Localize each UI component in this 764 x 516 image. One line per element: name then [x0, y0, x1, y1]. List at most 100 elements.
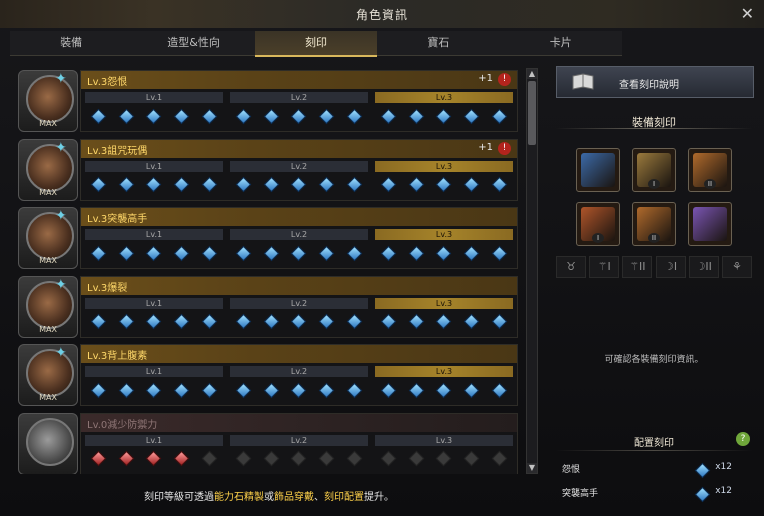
level-group: Lv.1: [85, 297, 223, 334]
engraving-row[interactable]: ✦ MAX Lv.3怨恨 +1! Lv.1 Lv.2 Lv.3: [16, 68, 522, 137]
level-label: Lv.1: [85, 366, 223, 377]
level-group: Lv.2: [230, 229, 368, 265]
list-scrollbar[interactable]: ▲ ▼: [526, 68, 538, 474]
engraving-node-icon: [236, 108, 252, 124]
view-engraving-guide-button[interactable]: 查看刻印說明: [556, 66, 754, 98]
gem-row: [85, 312, 223, 332]
equipment-slot[interactable]: I: [632, 148, 676, 192]
engraving-node-icon: [463, 245, 480, 261]
engraving-node-icon: [346, 245, 362, 261]
gem-row: [375, 449, 513, 469]
placed-engraving-item: 怨恨 x12: [562, 462, 752, 479]
engraving-node-icon: [201, 245, 217, 261]
level-label: Lv.3: [375, 229, 513, 240]
engraving-node-icon: [381, 382, 397, 398]
equipment-slot[interactable]: I: [576, 202, 620, 246]
character-info-window: 角色資訊 ✕ 裝備 造型&性向 刻印 寶石 卡片 ✦ MAX Lv.3怨恨 +1! Lv…: [0, 0, 764, 516]
view-engraving-guide-label: 查看刻印說明: [619, 80, 679, 91]
slot-filter-icon[interactable]: ☽II: [688, 256, 719, 278]
engraving-node-icon: [436, 245, 452, 261]
engraving-panel: Lv.3詛咒玩偶 +1! Lv.1 Lv.2 Lv.3: [80, 138, 518, 201]
scroll-thumb[interactable]: [528, 81, 536, 145]
equip-info-hint: 可確認各裝備刻印資訊。: [604, 355, 704, 365]
engraving-icon[interactable]: ✦ MAX: [18, 275, 78, 338]
star-icon: ✦: [55, 276, 67, 293]
max-label: MAX: [39, 119, 57, 128]
divider: [556, 128, 752, 129]
tab-gems[interactable]: 寶石: [377, 31, 499, 55]
level-track: Lv.1 Lv.2 Lv.3: [85, 297, 513, 334]
equipment-slot[interactable]: [576, 148, 620, 192]
gem-row: [230, 380, 368, 400]
engraving-node-icon: [408, 382, 425, 398]
level-group: Lv.3: [375, 366, 513, 402]
engraving-panel: Lv.3怨恨 +1! Lv.1 Lv.2 Lv.3: [80, 70, 518, 132]
engraving-node-icon: [173, 245, 190, 261]
engraving-node-icon: [463, 108, 480, 124]
engraving-node-icon: [346, 176, 362, 193]
engraving-node-icon: [118, 450, 135, 467]
slot-filter-icon[interactable]: ⚚II: [622, 256, 653, 278]
engraving-icon[interactable]: ✦ MAX: [18, 138, 78, 201]
level-group: Lv.2: [230, 297, 368, 334]
level-group: Lv.2: [230, 160, 368, 197]
tab-appearance[interactable]: 造型&性向: [132, 31, 254, 55]
engraving-node-icon: [491, 382, 507, 398]
engraving-icon[interactable]: ✦ MAX: [18, 207, 78, 269]
equipment-slot[interactable]: [688, 202, 732, 246]
scroll-down-arrow-icon[interactable]: ▼: [527, 463, 537, 473]
level-track: Lv.1 Lv.2 Lv.3: [85, 160, 513, 197]
engraving-row[interactable]: ✦ MAX Lv.3背上腹素 Lv.1 Lv.2 Lv.3: [16, 342, 522, 411]
level-label: Lv.3: [375, 434, 513, 446]
engraving-node-icon: [118, 176, 135, 193]
engraving-node-icon: [318, 245, 335, 261]
slot-tag: I: [592, 233, 604, 243]
engraving-row[interactable]: ✦ MAX Lv.3爆裂 Lv.1 Lv.2 Lv.3: [16, 274, 522, 343]
gem-row: [230, 449, 368, 469]
tab-equipment[interactable]: 裝備: [10, 31, 132, 55]
equipment-slot[interactable]: II: [688, 148, 732, 192]
engraving-node-icon: [291, 176, 307, 193]
engraving-node-icon: [381, 313, 397, 330]
book-icon: [572, 73, 594, 90]
level-group: Lv.3: [375, 297, 513, 334]
gem-row: [375, 243, 513, 263]
alert-icon[interactable]: !: [498, 73, 511, 86]
engraving-node-icon: [236, 245, 252, 261]
engraving-row[interactable]: ✦ MAX Lv.3詛咒玩偶 +1! Lv.1 Lv.2 Lv.3: [16, 137, 522, 206]
close-icon[interactable]: ✕: [741, 4, 754, 23]
tab-cards[interactable]: 卡片: [500, 31, 622, 55]
engraving-icon[interactable]: ✦ MAX: [18, 344, 78, 406]
slot-tag: I: [648, 179, 660, 189]
engraving-name: Lv.3詛咒玩偶: [87, 145, 148, 157]
level-label: Lv.2: [230, 229, 368, 240]
scroll-up-arrow-icon[interactable]: ▲: [527, 69, 537, 79]
engraving-node-icon: [118, 245, 135, 261]
engraving-node-icon: [318, 108, 335, 124]
slot-filter-icon[interactable]: ⚘: [721, 256, 752, 278]
engraving-node-icon: [318, 176, 335, 193]
engraving-icon[interactable]: [18, 412, 78, 474]
slot-filter-icon[interactable]: ☽I: [655, 256, 686, 278]
alert-icon[interactable]: !: [498, 141, 511, 155]
engraving-node-icon: [381, 450, 397, 467]
engraving-node-icon: [463, 382, 480, 398]
equipment-slot[interactable]: II: [632, 202, 676, 246]
engraving-icon[interactable]: ✦ MAX: [18, 70, 78, 132]
level-label: Lv.1: [85, 160, 223, 172]
footer-highlight-stone: 能力石精製: [214, 492, 264, 503]
engraving-row[interactable]: ✦ MAX Lv.3突襲高手 Lv.1 Lv.2 Lv.3: [16, 205, 522, 274]
tab-engraving[interactable]: 刻印: [254, 31, 378, 57]
slot-filter-icon[interactable]: ⚚I: [589, 256, 620, 278]
engraving-node-icon: [318, 313, 335, 330]
engraving-node-icon: [236, 313, 252, 330]
equipment-icon: [581, 153, 615, 187]
slot-filter-icon[interactable]: ♉: [556, 256, 586, 278]
engraving-node-icon: [318, 450, 335, 467]
engraving-node-icon: [408, 450, 425, 467]
help-icon[interactable]: ?: [736, 432, 750, 446]
engraving-row[interactable]: Lv.0減少防禦力 Lv.1 Lv.2 Lv.3: [16, 411, 522, 474]
engraving-node-icon: [91, 313, 107, 330]
engraving-node-icon: [408, 313, 425, 330]
level-track: Lv.1 Lv.2 Lv.3: [85, 92, 513, 128]
